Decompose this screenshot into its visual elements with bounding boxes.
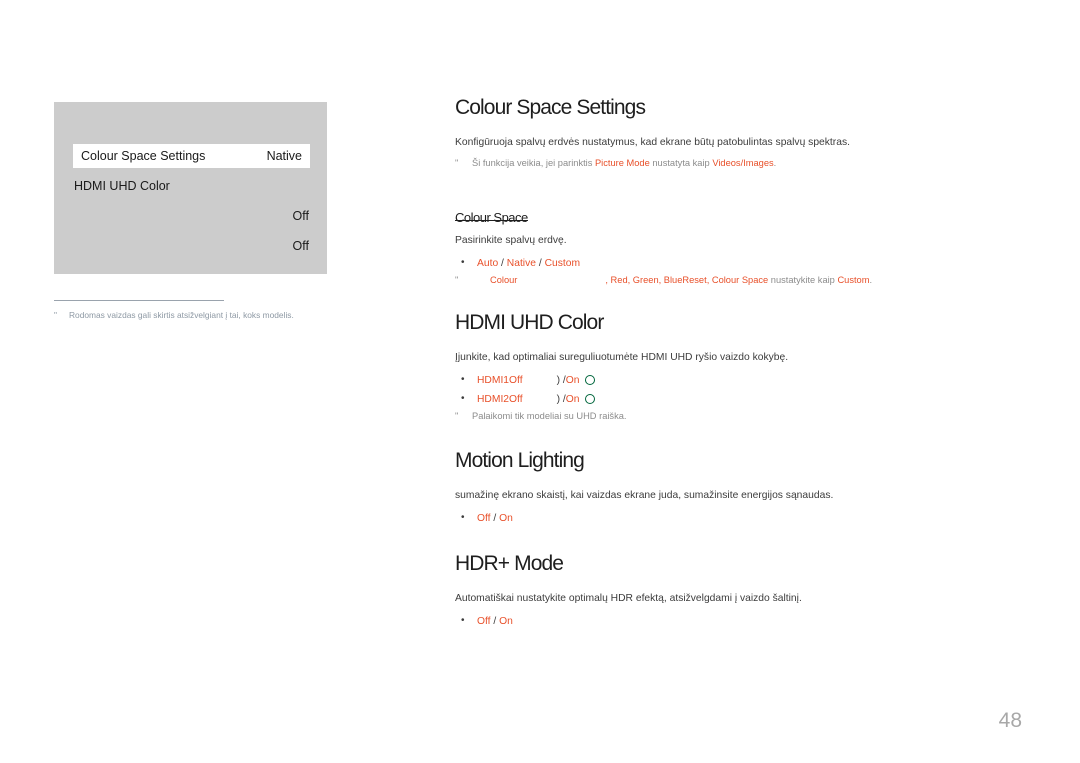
section-title-motion-lighting: Motion Lighting <box>455 448 585 472</box>
osd-row-label: Colour Space Settings <box>81 149 206 163</box>
subsection-title: Colour Space <box>455 209 528 225</box>
page-title: Colour Space Settings <box>455 96 646 119</box>
option-hdmi1: HDMI1Off <box>477 374 523 386</box>
note-marker-icon: " <box>455 410 459 421</box>
section-description: sumažinę ekrano skaistį, kai vaizdas ekr… <box>455 489 834 501</box>
section-title-hdr-plus-mode: HDR+ Mode <box>455 551 564 575</box>
osd-row-value: Off <box>292 239 309 253</box>
section-title-hdmi-uhd-color: HDMI UHD Color <box>455 310 604 334</box>
note-accent-rgb: , Red, Green, Blue <box>605 274 683 285</box>
osd-row-value: Native <box>266 149 302 163</box>
osd-footnote-text: Rodomas vaizdas gali skirtis atsižvelgia… <box>69 310 294 320</box>
hdmi2-option-row: HDMI2Off ) / On <box>477 390 1015 409</box>
note-marker-icon: " <box>455 158 459 169</box>
list-item[interactable]: Off / On <box>455 509 1015 528</box>
note-body: Colour , Red, Green, BlueReset, Colour Sp… <box>472 273 1015 289</box>
option-hdmi1-on: On <box>565 374 580 386</box>
osd-row[interactable]: Colour Space Settings Native <box>73 144 310 168</box>
footnote-marker-icon: " <box>54 310 57 320</box>
manual-content: Colour Space Settings Konfigūruoja spalv… <box>455 96 1015 655</box>
note-body: Palaikomi tik modeliai su UHD raiška. <box>472 410 627 421</box>
note-accent-picture-mode: Picture Mode <box>594 158 650 169</box>
option-auto: Auto <box>477 257 499 269</box>
subsection-description: Pasirinkite spalvų erdvę. <box>455 234 567 246</box>
note-body: Ši funkcija veikia, jei parinktis Pictur… <box>472 156 1015 172</box>
section-motion-lighting: Motion Lighting sumažinę ekrano skaistį,… <box>455 449 1015 528</box>
osd-footnote: " Rodomas vaizdas gali skirtis atsižvelg… <box>54 309 384 322</box>
list-item[interactable]: HDMI1Off ) / On <box>455 371 1015 390</box>
osd-row[interactable]: Off <box>74 234 309 258</box>
option-hdmi2-on: On <box>565 393 580 405</box>
note-text-pre: Ši funkcija veikia, jei parinktis <box>472 158 595 169</box>
note-accent-custom: Custom <box>837 274 870 285</box>
osd-row[interactable]: Off <box>74 204 309 228</box>
section-description: Konfigūruoja spalvų erdvės nustatymus, k… <box>455 137 850 149</box>
option-native: Native <box>506 257 536 269</box>
osd-panel: Colour Space Settings Native HDMI UHD Co… <box>54 102 327 274</box>
list-item[interactable]: Auto / Native / Custom <box>455 254 1015 273</box>
colour-space-option-list: Auto / Native / Custom <box>455 254 1015 273</box>
note-text-mid: nustatyta kaip <box>649 158 713 169</box>
section-hdmi-uhd-color: HDMI UHD Color Įjunkite, kad optimaliai … <box>455 311 1015 425</box>
option-hdmi2-suffix: ) / <box>556 393 566 405</box>
option-on: On <box>499 615 513 627</box>
page-number: 48 <box>998 709 1022 732</box>
note-text-post: . <box>773 158 777 169</box>
section-note: " Ši funkcija veikia, jei parinktis Pict… <box>455 156 1015 172</box>
subsection-colour-space: Colour Space Pasirinkite spalvų erdvę. A… <box>455 196 1015 289</box>
note-accent-reset: Reset <box>682 274 707 285</box>
list-item[interactable]: HDMI2Off ) / On <box>455 390 1015 409</box>
option-custom: Custom <box>544 257 581 269</box>
note-accent-colour: Colour <box>490 274 518 285</box>
osd-row-value: Off <box>292 209 309 223</box>
selected-ring-icon <box>584 375 595 386</box>
option-off: Off <box>477 512 491 524</box>
osd-divider <box>54 300 224 301</box>
hdmi1-option-row: HDMI1Off ) / On <box>477 371 1015 390</box>
note-text-end: . <box>869 274 873 285</box>
hdr-option-list: Off / On <box>455 612 1015 631</box>
osd-row[interactable]: HDMI UHD Color <box>74 174 309 198</box>
option-hdmi2: HDMI2Off <box>477 393 523 405</box>
note-marker-icon: " <box>455 274 459 285</box>
note-accent-colour-space: , Colour Space <box>706 274 769 285</box>
subsection-title-wrap: Colour Space <box>455 196 1015 233</box>
note-accent-videos-images: Videos/Images <box>712 158 774 169</box>
hdmi-option-list: HDMI1Off ) / On HDMI2Off ) / On <box>455 371 1015 409</box>
section-colour-space-settings: Colour Space Settings Konfigūruoja spalv… <box>455 96 1015 172</box>
option-hdmi1-suffix: ) / <box>556 374 566 386</box>
option-on: On <box>499 512 513 524</box>
selected-ring-icon <box>584 394 595 405</box>
note-text-tail: nustatykite kaip <box>768 274 838 285</box>
osd-row-label: HDMI UHD Color <box>74 179 170 193</box>
section-description: Įjunkite, kad optimaliai sureguliuotumėt… <box>455 351 789 363</box>
subsection-note: " Colour , Red, Green, BlueReset, Colour … <box>455 273 1015 289</box>
section-description: Automatiškai nustatykite optimalų HDR ef… <box>455 592 802 604</box>
section-hdr-plus-mode: HDR+ Mode Automatiškai nustatykite optim… <box>455 552 1015 631</box>
section-note: " Palaikomi tik modeliai su UHD raiška. <box>455 409 1015 425</box>
motion-lighting-option-list: Off / On <box>455 509 1015 528</box>
option-off: Off <box>477 615 491 627</box>
list-item[interactable]: Off / On <box>455 612 1015 631</box>
